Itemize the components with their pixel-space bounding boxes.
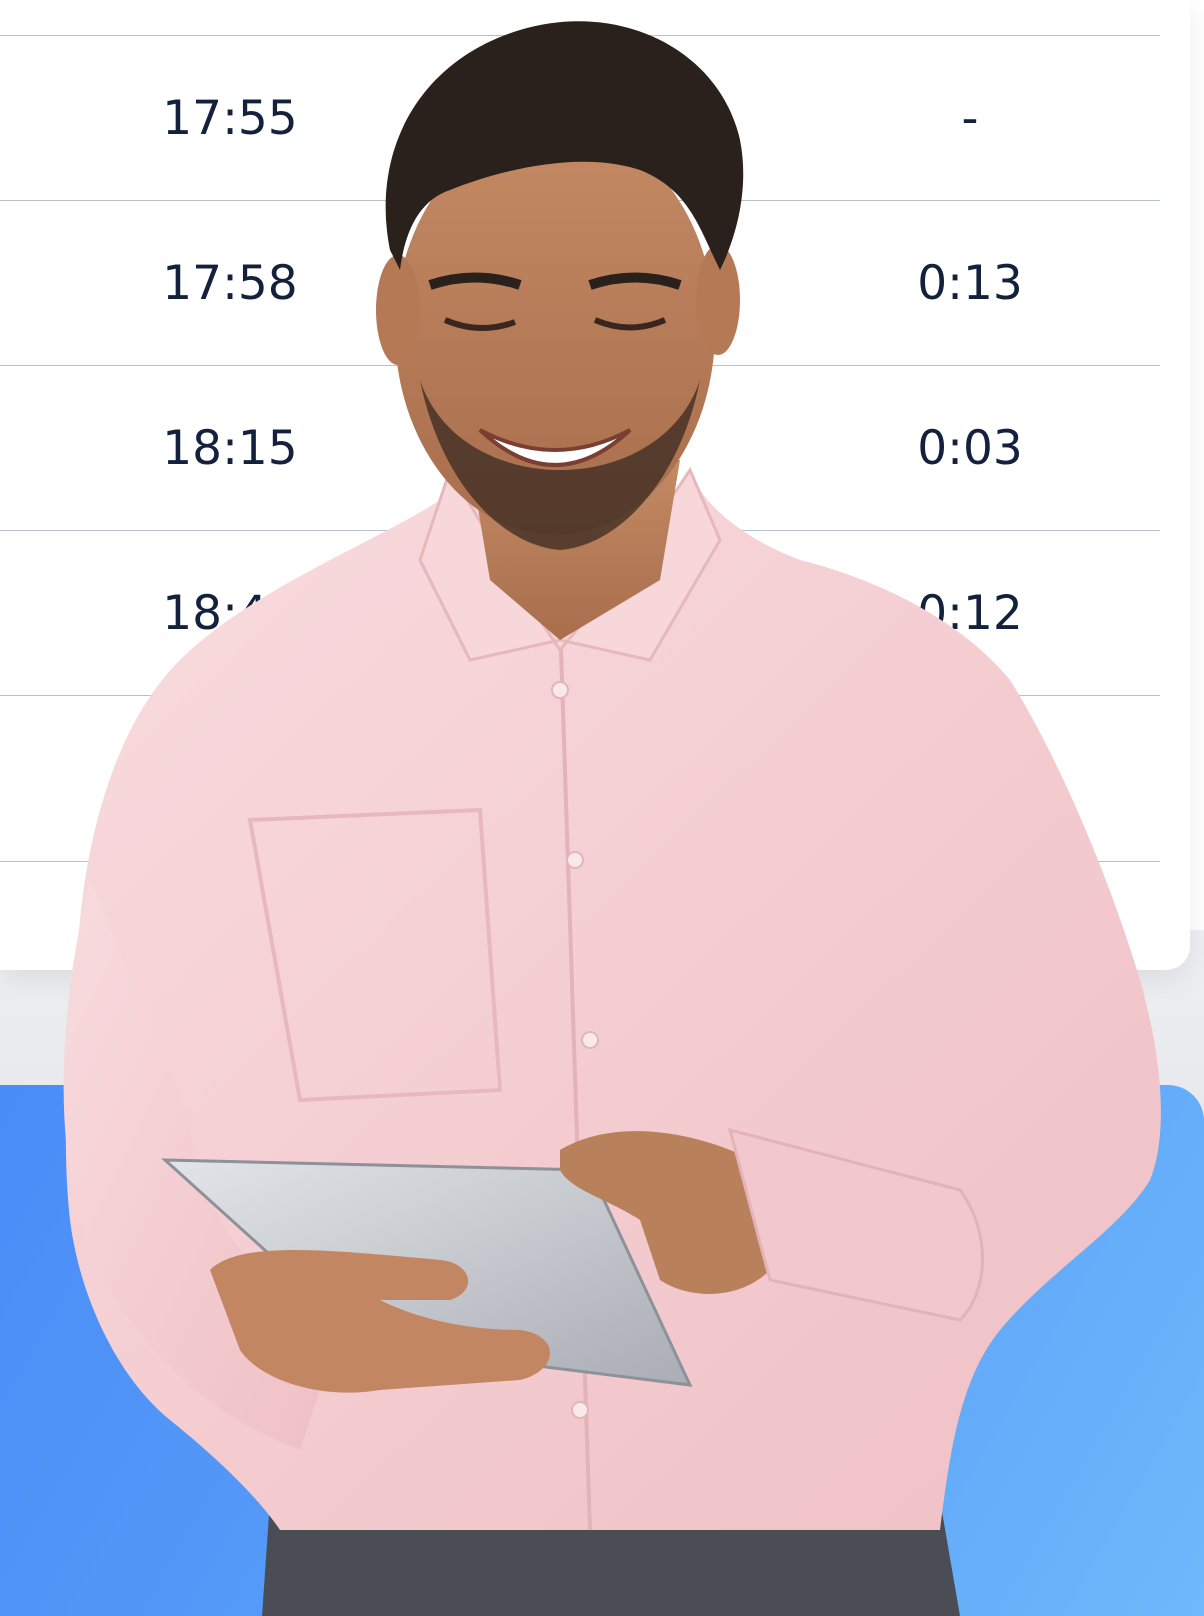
person-with-tablet-illustration [63,21,1161,1616]
hero-section: 17:55 - 17:58 0:13 18:15 0:03 18:42 0:12 [0,0,1204,1616]
